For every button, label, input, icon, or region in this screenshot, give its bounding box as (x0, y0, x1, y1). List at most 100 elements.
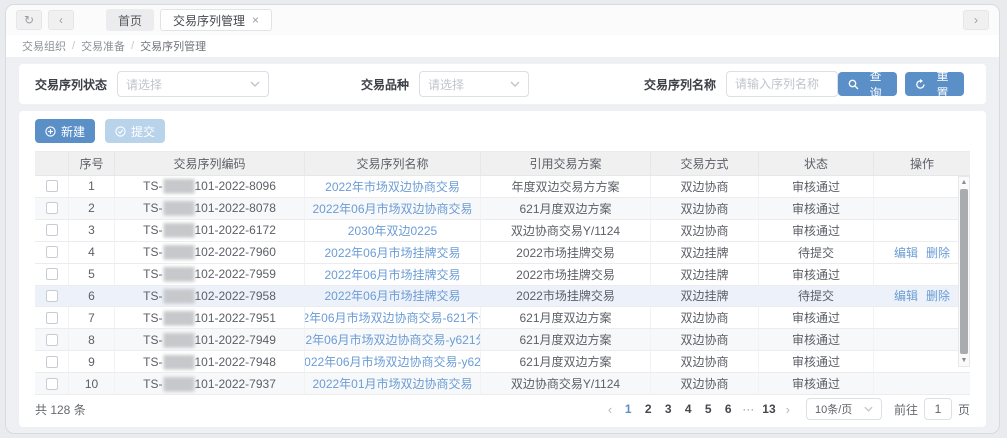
name-cell: 2030年双边0225 (305, 220, 481, 242)
sequence-name-link[interactable]: 2022年06月市场双边协商交易-y621分月 (305, 331, 481, 348)
sequence-name-link[interactable]: 2022年01月市场双边协商交易 (312, 375, 472, 392)
sequence-name-link[interactable]: 2022年市场双边协商交易 (325, 178, 460, 195)
row-checkbox[interactable] (46, 246, 58, 258)
next-page-icon[interactable]: › (782, 402, 794, 417)
variety-select[interactable]: 请选择 (419, 71, 529, 97)
page-number[interactable]: 3 (660, 402, 676, 416)
page-number[interactable]: 13 (760, 402, 777, 416)
table-row: 8 TS-████101-2022-7949 2022年06月市场双边协商交易-… (35, 329, 970, 351)
page-number[interactable]: 4 (680, 402, 696, 416)
table-row: 4 TS-████102-2022-7960 2022年06月市场挂牌交易 20… (35, 242, 970, 264)
variety-filter-label: 交易品种 (361, 76, 409, 93)
close-icon[interactable]: × (252, 13, 259, 27)
name-cell: 2022年06月市场挂牌交易 (305, 286, 481, 308)
row-checkbox[interactable] (46, 356, 58, 368)
scrollbar-thumb[interactable] (960, 189, 968, 354)
prev-page-icon[interactable]: ‹ (604, 402, 616, 417)
trade-mode: 双边协商 (651, 198, 759, 220)
code-redacted: ████ (163, 223, 193, 237)
sequence-name-link[interactable]: 2022年06月市场挂牌交易 (324, 287, 460, 304)
sequence-name-link[interactable]: 2022年06月市场双边协商交易-y621 (305, 353, 481, 370)
sequence-name-link[interactable]: 2022年06月市场挂牌交易 (324, 244, 460, 261)
row-checkbox[interactable] (46, 268, 58, 280)
row-index: 4 (69, 242, 115, 264)
breadcrumb-separator: / (131, 40, 134, 52)
row-index: 1 (69, 176, 115, 198)
tab-sequence-management[interactable]: 交易序列管理 × (160, 9, 272, 31)
row-checkbox[interactable] (46, 290, 58, 302)
tab-bar: ↻ ‹ 首页 交易序列管理 × › (6, 5, 999, 35)
edit-link[interactable]: 编辑 (894, 244, 918, 261)
table-row: 1 TS-████101-2022-8096 2022年市场双边协商交易 年度双… (35, 176, 970, 198)
status-text: 审核通过 (759, 307, 874, 329)
reset-button[interactable]: 重置 (905, 72, 964, 96)
breadcrumb-item[interactable]: 交易组织 (22, 38, 66, 54)
code-suffix: 101-2022-8078 (194, 201, 275, 215)
row-checkbox[interactable] (46, 202, 58, 214)
row-checkbox[interactable] (46, 378, 58, 390)
sequence-name-link[interactable]: 2022年06月市场挂牌交易 (324, 266, 460, 283)
sequence-name-link[interactable]: 2030年双边0225 (348, 222, 437, 239)
checkbox-cell (35, 220, 69, 242)
refresh-icon[interactable]: ↻ (16, 10, 42, 30)
row-checkbox[interactable] (46, 312, 58, 324)
goto-suffix: 页 (958, 401, 970, 418)
row-checkbox[interactable] (46, 334, 58, 346)
code-suffix: 101-2022-8096 (194, 179, 275, 193)
sequence-name-link[interactable]: 2022年06月市场双边协商交易-621不分时 (305, 309, 481, 326)
goto-page-input[interactable] (924, 398, 952, 420)
filter-buttons: 查询 重置 (838, 72, 964, 96)
row-index: 2 (69, 198, 115, 220)
edit-link[interactable]: 编辑 (894, 287, 918, 304)
filter-variety-group: 交易品种 请选择 (361, 71, 529, 97)
code-prefix: TS- (143, 267, 162, 281)
delete-link[interactable]: 删除 (926, 244, 950, 261)
page-number[interactable]: 1 (620, 402, 636, 416)
submit-button[interactable]: 提交 (105, 119, 165, 143)
tab-home[interactable]: 首页 (106, 9, 154, 31)
sequence-name-link[interactable]: 2022年06月市场双边协商交易 (312, 200, 472, 217)
tab-scroll-left-icon[interactable]: ‹ (48, 10, 74, 30)
tab-scroll-right-icon[interactable]: › (963, 10, 989, 30)
table-row: 2 TS-████101-2022-8078 2022年06月市场双边协商交易 … (35, 198, 970, 220)
header-code: 交易序列编码 (115, 152, 305, 176)
trade-mode: 双边协商 (651, 307, 759, 329)
row-checkbox[interactable] (46, 224, 58, 236)
breadcrumb-item[interactable]: 交易准备 (81, 38, 125, 54)
trade-mode: 双边协商 (651, 329, 759, 351)
code-redacted: ████ (163, 267, 193, 281)
scroll-up-icon[interactable]: ▲ (961, 177, 968, 188)
page-number[interactable]: 6 (720, 402, 736, 416)
row-actions: 编辑删除 (874, 242, 970, 264)
status-select[interactable]: 请选择 (117, 71, 269, 97)
table-row: 5 TS-████102-2022-7959 2022年06月市场挂牌交易 20… (35, 264, 970, 286)
page-size-select[interactable]: 10条/页 (806, 398, 882, 420)
search-button[interactable]: 查询 (838, 72, 897, 96)
sequence-name-input[interactable] (735, 77, 829, 91)
new-button[interactable]: 新建 (35, 119, 95, 143)
name-cell: 2022年06月市场双边协商交易 (305, 198, 481, 220)
table-scrollbar[interactable]: ▲ ▼ (958, 176, 970, 367)
row-actions: 编辑删除 (874, 286, 970, 308)
sequence-code: TS-████101-2022-8096 (115, 176, 305, 198)
chevron-down-icon (864, 406, 873, 412)
code-prefix: TS- (143, 179, 162, 193)
trade-mode: 双边协商 (651, 351, 759, 373)
page-number[interactable]: 2 (640, 402, 656, 416)
code-suffix: 101-2022-7937 (194, 377, 275, 391)
page-number[interactable]: 5 (700, 402, 716, 416)
code-prefix: TS- (143, 201, 162, 215)
scroll-down-icon[interactable]: ▼ (961, 355, 968, 366)
code-prefix: TS- (143, 377, 162, 391)
referenced-plan: 621月度双边方案 (481, 351, 651, 373)
code-prefix: TS- (143, 355, 162, 369)
row-checkbox[interactable] (46, 180, 58, 192)
code-suffix: 102-2022-7959 (194, 267, 275, 281)
delete-link[interactable]: 删除 (926, 287, 950, 304)
pagination: ‹ 123456···13 › 10条/页 前往 页 (604, 398, 970, 420)
status-text: 审核通过 (759, 176, 874, 198)
filter-name-group: 交易序列名称 (644, 71, 838, 97)
name-cell: 2022年06月市场双边协商交易-y621分月 (305, 329, 481, 351)
checkbox-cell (35, 242, 69, 264)
table-row: 6 TS-████102-2022-7958 2022年06月市场挂牌交易 20… (35, 286, 970, 308)
